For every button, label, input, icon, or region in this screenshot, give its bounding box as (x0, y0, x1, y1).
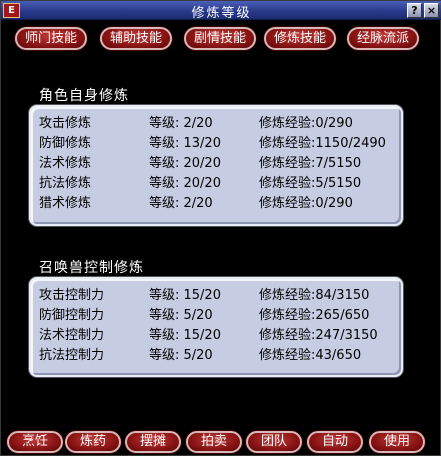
tab-support-skills[interactable]: 辅助技能 (100, 27, 172, 50)
close-button[interactable]: × (424, 3, 439, 18)
skill-exp: 修炼经验:43/650 (259, 348, 362, 363)
skill-name: 抗法修炼 (39, 176, 92, 191)
role-cultivation-panel: 攻击修炼 等级: 2/20 修炼经验:0/290 防御修炼 等级: 13/20 … (29, 105, 403, 226)
cultivation-window: E 修炼等级 ? × 师门技能 辅助技能 剧情技能 修炼技能 经脉流派 角色自身… (0, 0, 441, 456)
skill-exp: 修炼经验:265/650 (259, 308, 370, 323)
skill-exp: 修炼经验:247/3150 (259, 328, 378, 343)
skill-exp: 修炼经验:0/290 (259, 116, 353, 131)
skill-level: 等级: 2/20 (149, 196, 213, 211)
role-cultivation-title: 角色自身修炼 (39, 88, 129, 104)
skill-level: 等级: 13/20 (149, 136, 221, 151)
skill-level: 等级: 15/20 (149, 288, 221, 303)
skill-level: 等级: 20/20 (149, 176, 221, 191)
skill-exp: 修炼经验:84/3150 (259, 288, 370, 303)
auto-button[interactable]: 自动 (307, 431, 363, 453)
skill-name: 抗法控制力 (39, 348, 105, 363)
skill-name: 攻击控制力 (39, 288, 105, 303)
skill-level: 等级: 5/20 (149, 308, 213, 323)
skill-name: 猎术修炼 (39, 196, 92, 211)
help-button[interactable]: ? (407, 3, 422, 18)
skill-exp: 修炼经验:7/5150 (259, 156, 362, 171)
bottom-action-bar: 烹饪 炼药 摆摊 拍卖 团队 自动 使用 (1, 431, 441, 455)
window-title: 修炼等级 (191, 6, 252, 21)
stall-button[interactable]: 摆摊 (125, 431, 181, 453)
skill-exp: 修炼经验:0/290 (259, 196, 353, 211)
tab-meridian-school[interactable]: 经脉流派 (347, 27, 419, 50)
alchemy-button[interactable]: 炼药 (65, 431, 121, 453)
team-button[interactable]: 团队 (246, 431, 302, 453)
pet-control-title: 召唤兽控制修炼 (39, 260, 144, 276)
auction-button[interactable]: 拍卖 (186, 431, 242, 453)
cooking-button[interactable]: 烹饪 (7, 431, 63, 453)
tab-school-skills[interactable]: 师门技能 (15, 27, 87, 50)
tab-story-skills[interactable]: 剧情技能 (184, 27, 256, 50)
skill-name: 防御控制力 (39, 308, 105, 323)
skill-exp: 修炼经验:5/5150 (259, 176, 362, 191)
skill-name: 防御修炼 (39, 136, 92, 151)
skill-level: 等级: 2/20 (149, 116, 213, 131)
skill-tabs: 师门技能 辅助技能 剧情技能 修炼技能 经脉流派 (1, 27, 441, 53)
tab-cultivation-skills[interactable]: 修炼技能 (264, 27, 336, 50)
skill-name: 法术控制力 (39, 328, 105, 343)
title-bar[interactable]: E 修炼等级 ? × (1, 1, 441, 21)
skill-level: 等级: 20/20 (149, 156, 221, 171)
use-button[interactable]: 使用 (369, 431, 425, 453)
pet-control-panel: 攻击控制力 等级: 15/20 修炼经验:84/3150 防御控制力 等级: 5… (29, 277, 403, 377)
skill-exp: 修炼经验:1150/2490 (259, 136, 386, 151)
skill-name: 法术修炼 (39, 156, 92, 171)
skill-level: 等级: 5/20 (149, 348, 213, 363)
skill-level: 等级: 15/20 (149, 328, 221, 343)
skill-name: 攻击修炼 (39, 116, 92, 131)
